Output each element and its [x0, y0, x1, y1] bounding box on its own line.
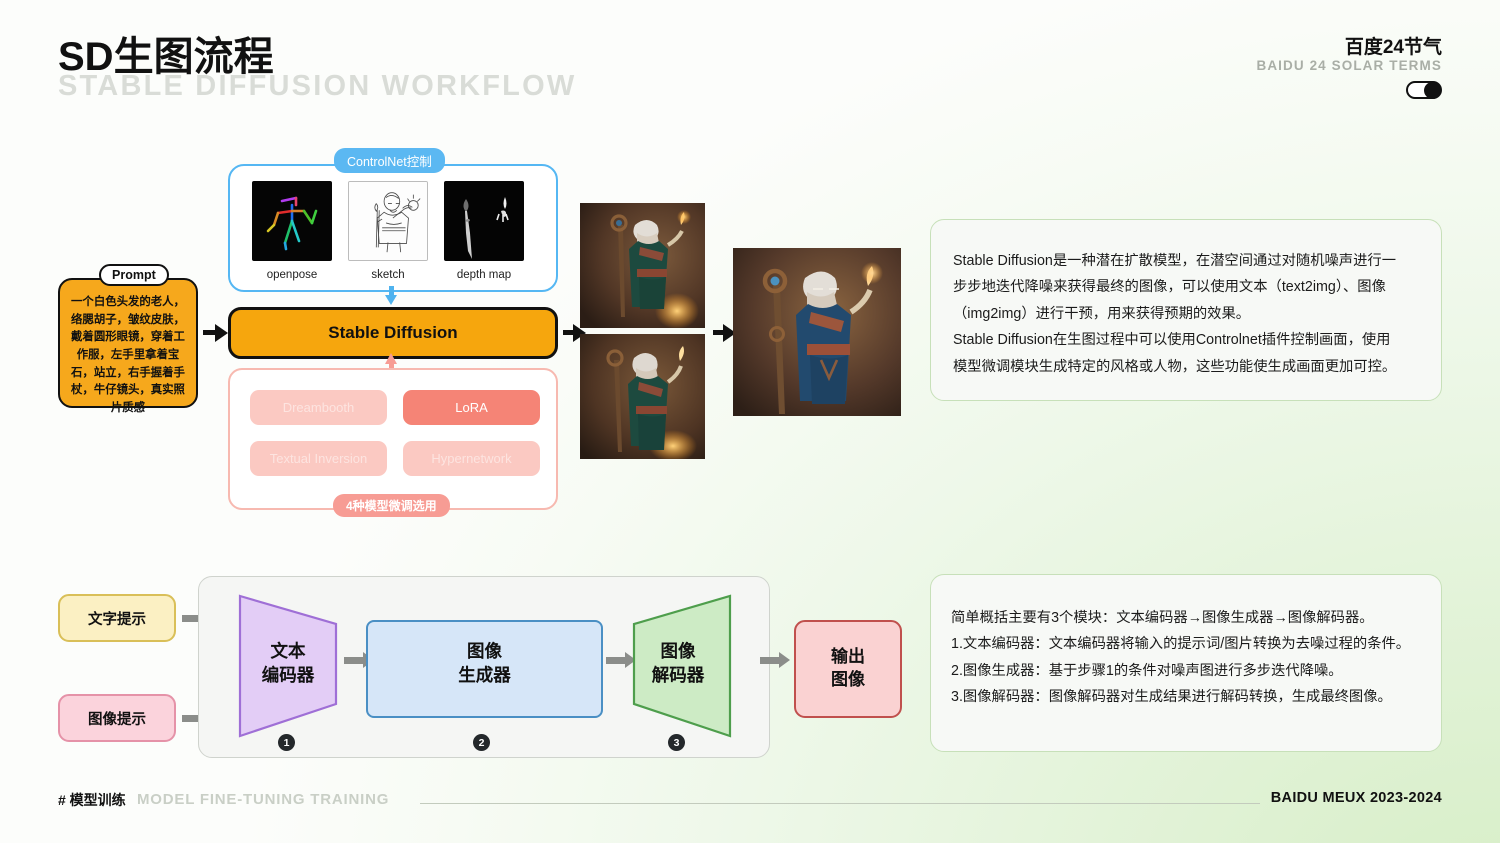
info-line: 简单概括主要有3个模块：文本编码器→图像生成器→图像解码器。	[951, 605, 1421, 631]
controlnet-thumb-label: depth map	[444, 269, 524, 281]
finetune-option-textual-inversion[interactable]: Textual Inversion	[250, 441, 387, 476]
info-line: 模型微调模块生成特定的风格或人物，这些功能使生成画面更加可控。	[953, 354, 1419, 380]
toggle-knob	[1424, 82, 1441, 99]
controlnet-tag-label: ControlNet控制	[334, 148, 445, 173]
info-line: Stable Diffusion在生图过程中可以使用Controlnet插件控制…	[953, 327, 1419, 353]
finetune-option-list: Dreambooth LoRA Textual Inversion Hypern…	[250, 390, 540, 476]
pipeline-step-number-1: 1	[278, 734, 295, 751]
info-line: （img2img）进行干预，用来获得预期的效果。	[953, 301, 1419, 327]
controlnet-thumbnail-list: openpose	[230, 166, 560, 281]
generated-image-variant-2[interactable]	[580, 334, 705, 459]
pipeline-step-number-3: 3	[668, 734, 685, 751]
pipeline-input-text-prompt: 文字提示	[58, 594, 176, 642]
pipeline-step-number-2: 2	[473, 734, 490, 751]
prompt-text: 一个白色头发的老人，络腮胡子，皱纹皮肤，戴着圆形眼镜，穿着工作服，左手里拿着宝石…	[58, 278, 198, 408]
controlnet-panel: openpose	[228, 164, 558, 292]
info-panel-stable-diffusion: Stable Diffusion是一种潜在扩散模型，在潜空间通过对随机噪声进行一…	[930, 219, 1442, 401]
finetune-option-dreambooth[interactable]: Dreambooth	[250, 390, 387, 425]
controlnet-thumb-label: sketch	[348, 269, 428, 281]
openpose-skeleton-icon	[252, 181, 332, 261]
generated-image-variant-1[interactable]	[580, 203, 705, 328]
info-panel-modules: 简单概括主要有3个模块：文本编码器→图像生成器→图像解码器。 1.文本编码器：文…	[930, 574, 1442, 752]
info-line: 步步地迭代降噪来获得最终的图像，可以使用文本（text2img）、图像	[953, 274, 1419, 300]
info-line: 1.文本编码器：文本编码器将输入的提示词/图片转换为去噪过程的条件。	[951, 631, 1421, 657]
footer-divider	[420, 803, 1260, 804]
page-header: SD生图流程 STABLE DIFFUSION WORKFLOW 百度24节气 …	[0, 0, 1500, 115]
theme-toggle-switch[interactable]	[1406, 81, 1442, 99]
footer-tag-cn: # 模型训练	[58, 790, 126, 810]
info-line: 3.图像解码器：图像解码器对生成结果进行解码转换，生成最终图像。	[951, 684, 1421, 710]
sketch-lineart-icon	[348, 181, 428, 261]
page-footer: # 模型训练 MODEL FINE-TUNING TRAINING BAIDU …	[0, 790, 1500, 830]
finetune-option-hypernetwork[interactable]: Hypernetwork	[403, 441, 540, 476]
arrow-decoder-to-output	[760, 652, 790, 669]
finetune-option-lora[interactable]: LoRA	[403, 390, 540, 425]
controlnet-thumb-label: openpose	[252, 269, 332, 281]
stable-diffusion-node: Stable Diffusion	[228, 307, 558, 359]
controlnet-thumb-openpose[interactable]: openpose	[252, 181, 332, 281]
finetune-tag-label: 4种模型微调选用	[333, 494, 450, 517]
pipeline-stage-image-decoder	[626, 592, 738, 740]
pipeline-stage-image-generator	[366, 620, 603, 718]
footer-tag-en: MODEL FINE-TUNING TRAINING	[137, 791, 389, 808]
info-line: Stable Diffusion是一种潜在扩散模型，在潜空间通过对随机噪声进行一	[953, 248, 1419, 274]
finetune-panel: Dreambooth LoRA Textual Inversion Hypern…	[228, 368, 558, 510]
footer-copyright: BAIDU MEUX 2023-2024	[1271, 790, 1442, 806]
pipeline-input-image-prompt: 图像提示	[58, 694, 176, 742]
pipeline-output-image: 输出图像	[794, 620, 902, 718]
controlnet-thumb-sketch[interactable]: sketch	[348, 181, 428, 281]
brand-name-cn: 百度24节气	[1345, 32, 1442, 59]
final-generated-image[interactable]	[733, 248, 901, 416]
brand-name-en: BAIDU 24 SOLAR TERMS	[1256, 58, 1442, 73]
info-line: 2.图像生成器：基于步骤1的条件对噪声图进行多步迭代降噪。	[951, 658, 1421, 684]
page-subtitle: STABLE DIFFUSION WORKFLOW	[58, 70, 576, 103]
pipeline-stage-text-encoder	[232, 592, 344, 740]
controlnet-thumb-depth[interactable]: depth map	[444, 181, 524, 281]
depth-map-icon	[444, 181, 524, 261]
prompt-tag-label: Prompt	[99, 264, 169, 286]
